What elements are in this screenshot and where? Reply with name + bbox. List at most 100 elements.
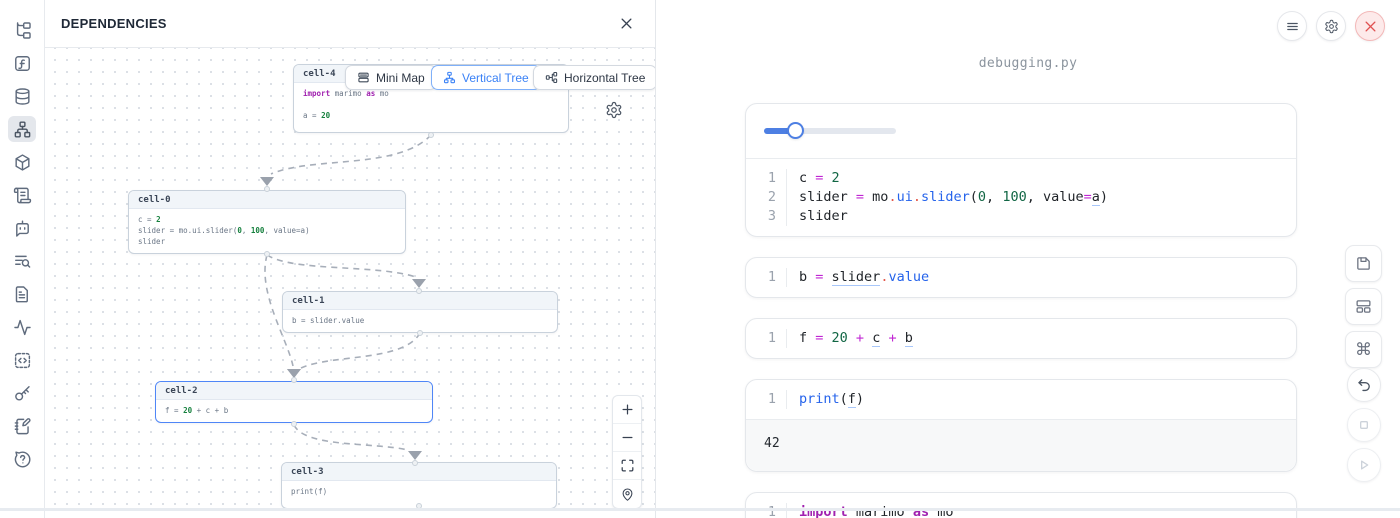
- graph-node-cell-1[interactable]: cell-1 b = slider.value: [282, 291, 558, 333]
- graph-code-line: a = 20: [303, 110, 559, 121]
- graph-code-line: [303, 99, 559, 110]
- close-x-icon: [1363, 19, 1378, 34]
- locate-icon: [620, 487, 635, 502]
- graph-plus-button[interactable]: [613, 396, 641, 424]
- line-number: 2: [746, 188, 776, 207]
- htree-icon: [545, 71, 558, 84]
- code-line: b = slider.value: [799, 268, 1296, 287]
- graph-view-button-label: Horizontal Tree: [564, 71, 645, 85]
- sidebar-item-scratchpad[interactable]: [8, 413, 36, 439]
- minus-icon: [620, 430, 635, 445]
- graph-locate-button[interactable]: [613, 480, 641, 508]
- file-text-icon: [13, 285, 32, 304]
- sidebar-item-logs[interactable]: [8, 248, 36, 274]
- file-tree-icon: [13, 21, 32, 40]
- graph-connection-handle: [264, 186, 270, 192]
- graph-connection-handle: [412, 460, 418, 466]
- sidebar-item-secrets[interactable]: [8, 380, 36, 406]
- notebook-cell-0: 123c = 2slider = mo.ui.slider(0, 100, va…: [745, 103, 1297, 237]
- graph-node-code: c = 2slider = mo.ui.slider(0, 100, value…: [129, 209, 405, 253]
- dependency-graph-canvas[interactable]: cell-4import marimo as mo a = 20cell-0c …: [45, 48, 655, 509]
- graph-view-button-vertical-tree[interactable]: Vertical Tree: [431, 65, 541, 90]
- shutdown-button[interactable]: [1355, 11, 1385, 41]
- scroll-icon: [13, 186, 32, 205]
- slider-thumb[interactable]: [787, 122, 804, 139]
- line-number: 1: [746, 169, 776, 188]
- save-button[interactable]: [1345, 245, 1382, 282]
- code-lines[interactable]: c = 2slider = mo.ui.slider(0, 100, value…: [787, 169, 1296, 226]
- sidebar-item-documentation[interactable]: [8, 182, 36, 208]
- graph-view-button-horizontal-tree[interactable]: Horizontal Tree: [533, 65, 655, 90]
- graph-settings-gear-icon[interactable]: [605, 101, 623, 119]
- close-panel-button[interactable]: [613, 11, 639, 37]
- sidebar-item-functions[interactable]: [8, 50, 36, 76]
- line-numbers: 123: [746, 169, 787, 226]
- graph-node-cell-2[interactable]: cell-2f = 20 + c + b: [155, 381, 433, 423]
- graph-node-title: cell-3: [282, 463, 556, 481]
- graph-connection-handle: [291, 377, 297, 383]
- graph-node-cell-0[interactable]: cell-0c = 2slider = mo.ui.slider(0, 100,…: [128, 190, 406, 254]
- code-line: slider: [799, 207, 1296, 226]
- cell-code-editor: 123c = 2slider = mo.ui.slider(0, 100, va…: [746, 159, 1296, 236]
- graph-node-title: cell-1: [283, 292, 557, 310]
- notebook-cell-4: 12import marimo as mo: [745, 492, 1297, 518]
- slider-track[interactable]: [764, 128, 896, 134]
- undo-icon: [1356, 377, 1372, 393]
- sidebar-item-tracing[interactable]: [8, 314, 36, 340]
- graph-code-line: b = slider.value: [292, 315, 548, 326]
- panel-title: DEPENDENCIES: [61, 16, 167, 31]
- functions-icon: [13, 54, 32, 73]
- sidebar-item-datasources[interactable]: [8, 83, 36, 109]
- graph-maximize-button[interactable]: [613, 452, 641, 480]
- graph-view-button-label: Mini Map: [376, 71, 425, 85]
- code-line: slider = mo.ui.slider(0, 100, value=a): [799, 188, 1296, 207]
- sidebar-item-packages[interactable]: [8, 149, 36, 175]
- sidebar-item-snippets[interactable]: [8, 347, 36, 373]
- notebook-pen-icon: [13, 417, 32, 436]
- graph-connection-handle: [264, 251, 270, 257]
- plus-icon: [620, 402, 635, 417]
- cell-output-slider: [746, 104, 1296, 159]
- graph-minus-button[interactable]: [613, 424, 641, 452]
- graph-node-code: f = 20 + c + b: [156, 400, 432, 422]
- notebook-cell-1: 1 b = slider.value: [745, 257, 1297, 298]
- code-lines[interactable]: print(f): [787, 390, 1296, 409]
- code-line: c = 2: [799, 169, 1296, 188]
- code-line: f = 20 + c + b: [799, 329, 1296, 348]
- package-icon: [13, 153, 32, 172]
- menu-button[interactable]: [1277, 11, 1307, 41]
- notebook-editor: debugging.py 123c = 2slider = mo.ui.slid…: [656, 0, 1400, 518]
- undo-button[interactable]: [1347, 368, 1381, 402]
- sidebar-item-dependencies[interactable]: [8, 116, 36, 142]
- cell-output-console: 42: [746, 419, 1296, 471]
- graph-node-title: cell-2: [156, 382, 432, 400]
- key-icon: [13, 384, 32, 403]
- keyboard-shortcuts-button[interactable]: ⌘: [1345, 331, 1382, 368]
- menu-icon: [1285, 19, 1300, 34]
- app-root: DEPENDENCIES cell-4import marimo as mo a…: [0, 0, 1400, 518]
- graph-code-line: c = 2: [138, 214, 396, 225]
- layout-button[interactable]: [1345, 288, 1382, 325]
- code-box-icon: [13, 351, 32, 370]
- maximize-icon: [620, 458, 635, 473]
- code-lines[interactable]: b = slider.value: [787, 268, 1296, 287]
- graph-node-cell-3[interactable]: cell-3print(f): [281, 462, 557, 509]
- graph-node-title: cell-0: [129, 191, 405, 209]
- graph-node-code: print(f): [282, 481, 556, 503]
- dep-graph-icon: [13, 120, 32, 139]
- sidebar-item-ai-chat[interactable]: [8, 215, 36, 241]
- stop-all-button[interactable]: [1347, 408, 1381, 442]
- run-all-button[interactable]: [1347, 448, 1381, 482]
- sidebar-item-files[interactable]: [8, 281, 36, 307]
- play-icon: [1356, 457, 1372, 473]
- cell-code-editor: 1f = 20 + c + b: [746, 319, 1296, 358]
- database-icon: [13, 87, 32, 106]
- cell-code-editor: 1print(f): [746, 380, 1296, 419]
- sidebar-item-help[interactable]: [8, 446, 36, 472]
- sidebar-item-file-tree[interactable]: [8, 17, 36, 43]
- notebook-cells-column: 123c = 2slider = mo.ui.slider(0, 100, va…: [745, 103, 1297, 518]
- settings-button[interactable]: [1316, 11, 1346, 41]
- line-number: 1: [746, 268, 776, 287]
- code-lines[interactable]: f = 20 + c + b: [787, 329, 1296, 348]
- graph-view-button-mini-map[interactable]: Mini Map: [345, 65, 437, 90]
